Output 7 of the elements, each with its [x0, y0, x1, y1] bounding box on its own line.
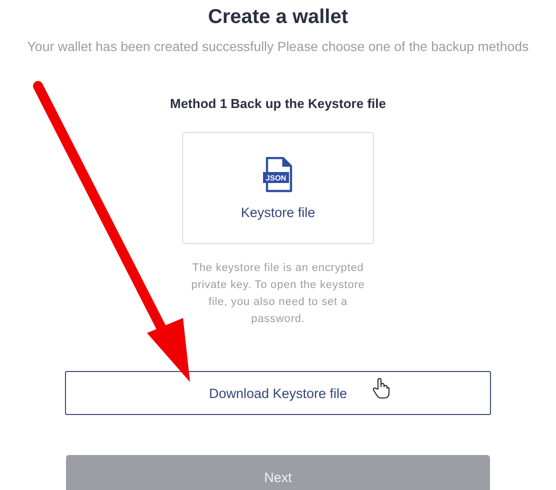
method-heading: Method 1 Back up the Keystore file — [170, 96, 386, 111]
hand-cursor-icon — [372, 377, 390, 399]
download-button[interactable]: Download Keystore file — [65, 371, 491, 415]
description: The keystore file is an encrypted private key. To open the keystore file, you also need to set a password. — [190, 261, 366, 327]
card-label: Keystore file — [240, 204, 316, 220]
page-title: Create a wallet — [208, 5, 348, 30]
subtitle: Your wallet has been created successfully Please choose one of the backup methods — [27, 39, 529, 54]
